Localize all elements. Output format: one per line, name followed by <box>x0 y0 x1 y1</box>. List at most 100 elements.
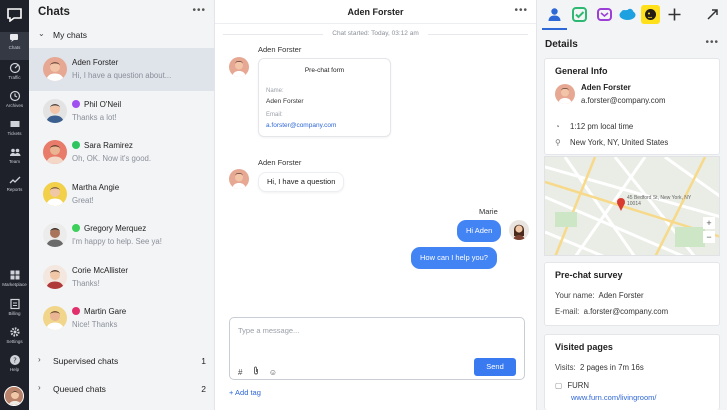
survey-email-row: E-mail: a.forster@company.com <box>555 307 668 316</box>
chat-name: Aden Forster <box>72 58 119 67</box>
nav-archives[interactable]: Archives <box>0 90 29 118</box>
composer-placeholder[interactable]: Type a message... <box>238 326 299 335</box>
visits-value: 2 pages in 7m 16s <box>580 363 644 372</box>
nav-marketplace[interactable]: Marketplace <box>0 269 29 297</box>
tab-inbox-app[interactable] <box>595 5 614 24</box>
customer-sender-name: Aden Forster <box>258 45 302 54</box>
add-tag-link[interactable]: + Add tag <box>229 388 261 397</box>
form-name-value: Aden Forster <box>266 98 304 105</box>
nav-reports-label: Reports <box>6 187 23 192</box>
nav-team[interactable]: Team <box>0 146 29 174</box>
my-chats-section[interactable]: ⌄ My chats <box>29 27 215 45</box>
salesforce-cloud-icon <box>619 8 636 20</box>
pre-chat-form-card: Pre-chat form Name: Aden Forster Email: … <box>258 58 391 137</box>
visited-page-link[interactable]: www.furn.com/livingroom/ <box>571 393 656 402</box>
chat-list-item[interactable]: Gregory Merquez I'm happy to help. See ya… <box>29 214 215 257</box>
nav-chats[interactable]: Chats <box>0 32 29 60</box>
conversation-panel: Aden Forster ••• Chat started: Today, 03… <box>215 0 536 410</box>
expand-panel-button[interactable] <box>703 5 722 24</box>
details-panel: Details ••• General Info Aden Forster a.… <box>536 0 727 410</box>
send-button[interactable]: Send <box>474 358 516 376</box>
instagram-channel-icon <box>72 307 80 315</box>
location-row: ⚲ New York, NY, United States <box>555 138 668 147</box>
agent-avatar[interactable] <box>4 386 24 406</box>
chat-list-item[interactable]: Martin Gare Nice! Thanks <box>29 297 215 340</box>
tab-customer-details[interactable] <box>542 5 567 30</box>
chat-avatar <box>43 223 67 247</box>
emoji-icon[interactable]: ☺ <box>269 368 277 377</box>
plus-icon <box>668 8 681 21</box>
livechat-logo-icon[interactable] <box>7 8 22 22</box>
nav-billing[interactable]: Billing <box>0 298 29 326</box>
chat-list-title: Chats <box>38 6 70 18</box>
chat-list-item[interactable]: Martha Angie Great! <box>29 173 215 216</box>
queued-chats-section[interactable]: › Queued chats 2 <box>29 381 215 399</box>
my-chats-label: My chats <box>53 30 88 40</box>
tab-mailchimp[interactable] <box>641 5 660 24</box>
check-app-icon <box>572 7 587 22</box>
chat-list-item[interactable]: Sara Ramirez Oh, OK. Now it's good. <box>29 131 215 174</box>
chat-name-row: Gregory Merquez <box>72 224 146 233</box>
nav-reports[interactable]: Reports <box>0 174 29 202</box>
chat-preview: I'm happy to help. See ya! <box>72 237 162 246</box>
pre-chat-survey-card: Pre-chat survey Your name: Aden Forster … <box>544 262 720 326</box>
survey-email-value: a.forster@company.com <box>583 307 669 316</box>
composer-toolbar: # ☺ <box>238 366 285 377</box>
chat-preview: Thanks! <box>72 278 100 288</box>
tab-salesforce[interactable] <box>618 5 637 24</box>
customer-profile-avatar <box>555 84 575 104</box>
chat-started-note: Chat started: Today, 03:12 am <box>215 30 536 37</box>
chat-name: Martha Angie <box>72 182 120 192</box>
chat-preview: Thanks a lot! <box>72 112 117 122</box>
tab-checklist-app[interactable] <box>570 5 589 24</box>
chat-preview: Hi, I have a question about... <box>72 71 172 80</box>
agent-sender-name: Marie <box>479 207 498 216</box>
visited-pages-card: Visited pages Visits: 2 pages in 7m 16s … <box>544 334 720 410</box>
chat-avatar <box>43 57 67 81</box>
visits-label: Visits: <box>555 363 576 372</box>
clock-icon: ◔ <box>555 122 560 131</box>
chat-name-row: Phil O'Neil <box>72 99 121 109</box>
chat-list-more-icon[interactable]: ••• <box>192 5 206 16</box>
message-composer[interactable]: Type a message... # ☺ Send <box>229 317 525 380</box>
person-icon <box>548 8 561 21</box>
whatsapp-channel-icon <box>72 141 80 149</box>
chat-preview: Nice! Thanks <box>72 320 118 329</box>
chat-avatar <box>43 181 67 206</box>
supervised-chats-section[interactable]: › Supervised chats 1 <box>29 353 215 371</box>
form-email-label: Email: <box>266 112 283 118</box>
chat-name-row: Sara Ramirez <box>72 141 133 150</box>
conversation-more-icon[interactable]: ••• <box>514 5 528 16</box>
form-email-link[interactable]: a.forster@company.com <box>266 122 336 129</box>
chart-icon <box>9 176 20 184</box>
nav-settings[interactable]: Settings <box>0 326 29 354</box>
location-map[interactable]: 45 Bedford St, New York, NY 10014 + − <box>544 156 720 256</box>
chat-preview: Oh, OK. Now it's good. <box>72 154 152 163</box>
tab-add-integration[interactable] <box>665 5 684 24</box>
attachment-icon[interactable] <box>253 366 259 377</box>
nav-tickets[interactable]: Tickets <box>0 118 29 146</box>
visited-pages-heading: Visited pages <box>555 342 613 352</box>
chat-name: Martin Gare <box>84 307 127 316</box>
nav-help-label: Help <box>9 367 20 372</box>
customer-avatar <box>229 57 249 77</box>
form-name-label: Name: <box>266 88 284 94</box>
nav-traffic[interactable]: Traffic <box>0 62 29 90</box>
map-zoom-in-button[interactable]: + <box>703 217 715 229</box>
map-zoom-out-button[interactable]: − <box>703 231 715 243</box>
nav-help[interactable]: ? Help <box>0 354 29 382</box>
mail-app-icon <box>597 8 612 21</box>
details-more-icon[interactable]: ••• <box>705 37 719 48</box>
chat-list-item[interactable]: Phil O'Neil Thanks a lot! <box>29 90 215 133</box>
billing-icon <box>9 298 20 310</box>
help-icon: ? <box>9 355 20 365</box>
location-pin-icon: ⚲ <box>555 138 561 147</box>
location-value: New York, NY, United States <box>570 138 669 147</box>
chat-list-item[interactable]: Aden Forster Hi, I have a question about.… <box>29 48 215 91</box>
supervised-chats-label: Supervised chats <box>53 356 119 366</box>
chat-name-row: Martin Gare <box>72 307 126 316</box>
hashtag-icon[interactable]: # <box>238 368 242 377</box>
chat-list-item[interactable]: Corie McAllister Thanks! <box>29 256 215 299</box>
chat-avatar <box>43 140 67 164</box>
customer-sender-name-2: Aden Forster <box>258 158 302 167</box>
